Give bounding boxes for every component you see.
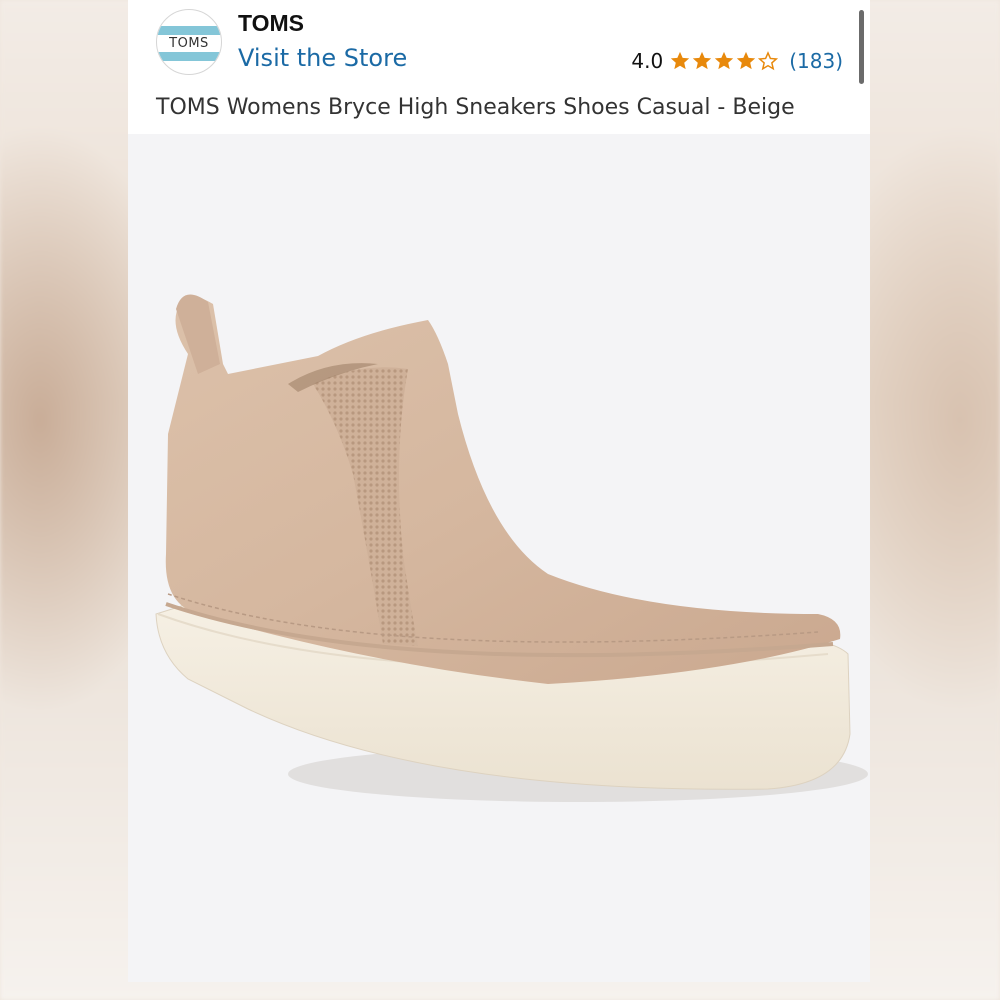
scrollbar[interactable] <box>859 10 864 84</box>
product-header: TOMS TOMS Visit the Store 4.0 (183) TOMS… <box>128 0 870 134</box>
star-full-icon <box>669 50 691 72</box>
star-full-icon <box>691 50 713 72</box>
star-rating <box>669 50 779 72</box>
brand-logo[interactable]: TOMS <box>156 9 222 75</box>
star-empty-icon <box>757 50 779 72</box>
product-card: TOMS TOMS Visit the Store 4.0 (183) TOMS… <box>128 0 870 982</box>
logo-band-top <box>157 26 221 35</box>
rating-summary[interactable]: 4.0 (183) <box>631 47 843 75</box>
logo-text: TOMS <box>169 36 209 51</box>
product-image[interactable] <box>128 134 870 982</box>
brand-name: TOMS <box>238 10 305 36</box>
product-title: TOMS Womens Bryce High Sneakers Shoes Ca… <box>156 95 795 120</box>
logo-band-bottom <box>157 52 221 61</box>
star-full-icon <box>735 50 757 72</box>
star-full-icon <box>713 50 735 72</box>
rating-value: 4.0 <box>631 49 664 73</box>
sneaker-image <box>155 294 868 802</box>
visit-store-link[interactable]: Visit the Store <box>238 44 407 72</box>
rating-count-link[interactable]: (183) <box>789 49 843 73</box>
